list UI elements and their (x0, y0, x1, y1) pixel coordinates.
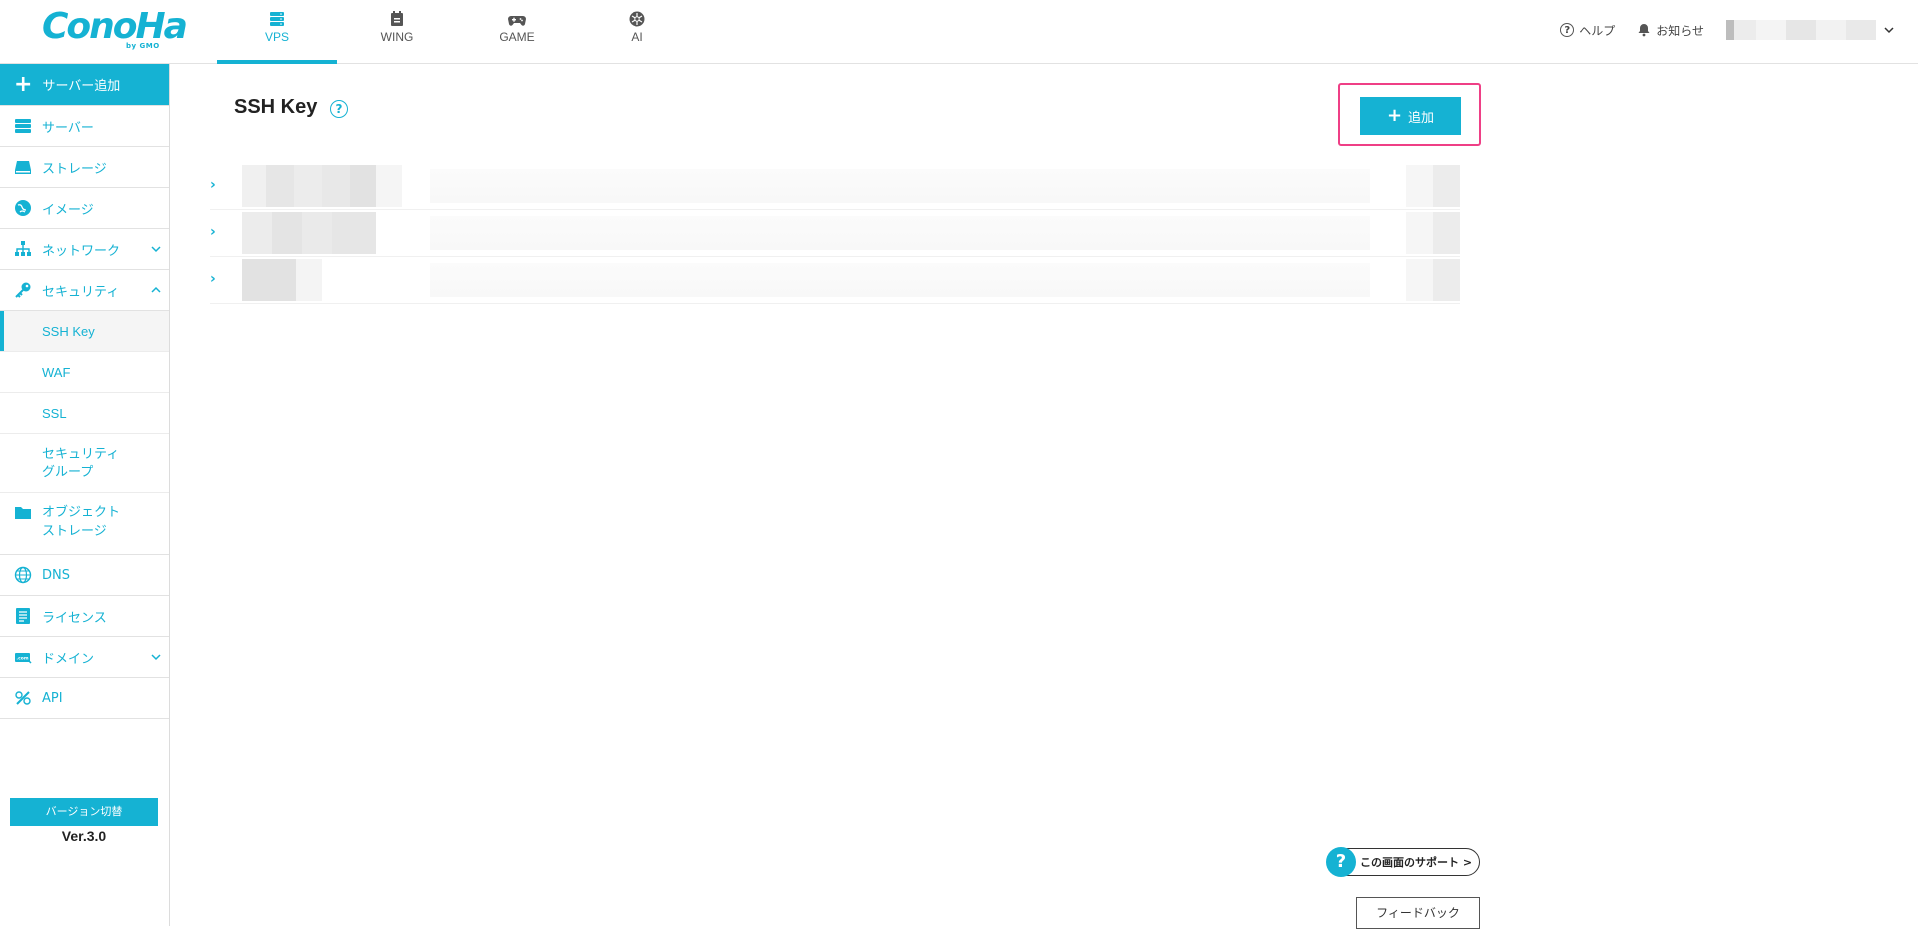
ssh-key-row[interactable]: › (210, 210, 1460, 257)
sidebar-item-domain[interactable]: .com ドメイン (0, 637, 169, 678)
redacted-key-name (242, 259, 322, 301)
redacted-row-actions (1406, 259, 1460, 301)
sidebar-subitem-label: WAF (42, 364, 71, 380)
header-utilities: ? ヘルプ お知らせ (1560, 0, 1894, 60)
version-label: Ver.3.0 (61, 828, 107, 844)
api-icon (15, 691, 31, 705)
storage-icon (15, 161, 31, 174)
ssh-key-row[interactable]: › (210, 257, 1460, 304)
sidebar: + サーバー追加 サーバー ストレージ イメージ ネットワーク セキュリティ S… (0, 64, 170, 926)
feedback-button[interactable]: フィードバック (1356, 897, 1480, 929)
sidebar-subitem-waf[interactable]: WAF (0, 352, 169, 393)
sidebar-subitem-label: セキュリティ グループ (42, 446, 120, 479)
svg-text:.com: .com (16, 657, 28, 662)
top-header: ConoHa by GMO VPS WING GAME AI ? ヘルプ お知ら… (0, 0, 1918, 64)
sidebar-item-object-storage[interactable]: オブジェクト ストレージ (0, 493, 169, 555)
network-icon (15, 241, 31, 256)
wing-icon (391, 11, 403, 26)
server-icon (15, 119, 31, 133)
tab-label: GAME (499, 30, 535, 44)
sidebar-item-network[interactable]: ネットワーク (0, 229, 169, 270)
sidebar-item-label: ストレージ (42, 161, 107, 177)
sidebar-item-label: イメージ (42, 202, 94, 218)
sidebar-item-storage[interactable]: ストレージ (0, 147, 169, 188)
folder-icon (15, 507, 31, 519)
screen-support-button[interactable]: ? この画面のサポート > (1326, 847, 1480, 877)
notice-label: お知らせ (1656, 23, 1704, 38)
chevron-down-icon (151, 654, 161, 661)
ssh-key-row[interactable]: › (210, 163, 1460, 210)
help-label: ヘルプ (1579, 23, 1616, 38)
redacted-key-detail (430, 263, 1370, 297)
license-icon (16, 608, 30, 624)
server-icon (270, 12, 284, 26)
account-name-redacted (1726, 20, 1876, 40)
tab-label: VPS (264, 30, 289, 44)
chevron-right-icon: › (210, 224, 216, 240)
add-ssh-key-button[interactable]: + 追加 (1360, 97, 1461, 135)
notice-link[interactable]: お知らせ (1637, 22, 1704, 39)
redacted-row-actions (1406, 212, 1460, 254)
sidebar-item-label: DNS (42, 567, 70, 583)
redacted-row-actions (1406, 165, 1460, 207)
redacted-key-detail (430, 169, 1370, 203)
sidebar-item-label: ネットワーク (42, 243, 121, 259)
plus-icon: + (1386, 105, 1403, 126)
redacted-key-detail (430, 216, 1370, 250)
tab-vps[interactable]: VPS (217, 0, 337, 64)
add-server-button[interactable]: + サーバー追加 (0, 64, 169, 106)
sidebar-item-label: オブジェクト ストレージ (42, 505, 121, 539)
sidebar-item-image[interactable]: イメージ (0, 188, 169, 229)
tab-ai[interactable]: AI (577, 0, 697, 64)
image-icon (15, 200, 31, 216)
sidebar-subitem-ssl[interactable]: SSL (0, 393, 169, 434)
sidebar-item-dns[interactable]: DNS (0, 555, 169, 596)
chevron-down-icon (1884, 27, 1894, 34)
bell-icon (1638, 24, 1650, 37)
chevron-right-icon: › (210, 177, 216, 193)
redacted-key-name (242, 212, 376, 254)
sidebar-subitem-security-group[interactable]: セキュリティ グループ (0, 434, 169, 493)
sidebar-item-label: ライセンス (42, 610, 107, 626)
add-server-label: サーバー追加 (42, 79, 121, 94)
support-label: この画面のサポート > (1360, 856, 1473, 869)
tab-label: WING (380, 30, 414, 44)
sidebar-item-label: API (42, 690, 63, 706)
sidebar-item-license[interactable]: ライセンス (0, 596, 169, 637)
sidebar-item-label: セキュリティ (42, 284, 120, 300)
account-menu[interactable] (1726, 19, 1894, 41)
tab-wing[interactable]: WING (337, 0, 457, 64)
help-icon[interactable]: ? (330, 100, 348, 118)
sidebar-item-api[interactable]: API (0, 678, 169, 719)
chevron-right-icon: › (210, 271, 216, 287)
tab-label: AI (631, 30, 643, 44)
sidebar-subitem-label: SSL (42, 405, 67, 421)
ai-icon (629, 11, 645, 27)
sidebar-item-security[interactable]: セキュリティ (0, 270, 169, 311)
key-icon (15, 282, 31, 298)
question-icon: ? (1326, 847, 1356, 877)
chevron-down-icon (151, 246, 161, 253)
question-icon: ? (1560, 23, 1575, 37)
sidebar-subitem-ssh-key[interactable]: SSH Key (0, 311, 169, 352)
plus-icon: + (14, 71, 33, 97)
sidebar-item-label: サーバー (42, 120, 94, 136)
redacted-key-name (242, 165, 402, 207)
gamepad-icon (508, 16, 526, 26)
logo-text: ConoHa (42, 6, 188, 47)
page-title: SSH Key (234, 96, 318, 118)
help-link[interactable]: ? ヘルプ (1560, 22, 1615, 39)
logo-sub: by GMO (126, 42, 160, 50)
sidebar-item-label: ドメイン (42, 651, 95, 667)
sidebar-item-server[interactable]: サーバー (0, 106, 169, 147)
conoha-logo[interactable]: ConoHa by GMO (42, 6, 188, 54)
tab-game[interactable]: GAME (457, 0, 577, 64)
chevron-up-icon (151, 286, 161, 293)
globe-icon (14, 566, 32, 584)
version-switch-button[interactable]: バージョン切替 (10, 798, 158, 826)
sidebar-subitem-label: SSH Key (42, 323, 95, 339)
service-tabs: VPS WING GAME AI (217, 0, 697, 64)
add-button-label: 追加 (1408, 110, 1435, 126)
domain-icon: .com (15, 653, 32, 664)
